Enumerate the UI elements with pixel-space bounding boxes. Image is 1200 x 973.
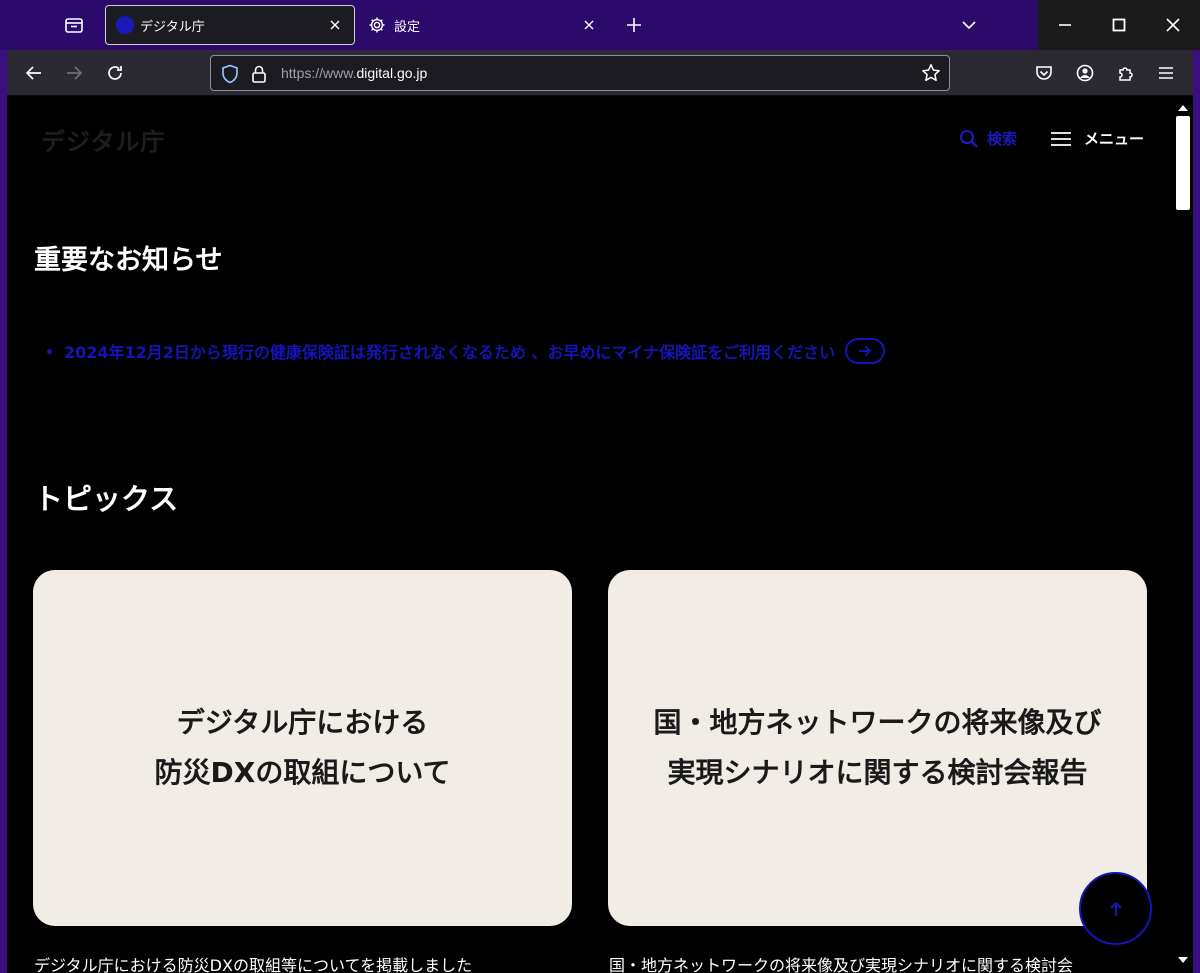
card-title-line: 国・地方ネットワークの将来像及び [653,706,1102,739]
card-title-line: 実現シナリオに関する検討会報告 [667,756,1088,789]
window-controls [1038,0,1200,50]
caret-up-icon[interactable] [1177,98,1189,117]
bullet [47,348,52,354]
arrow-right-icon [845,338,886,364]
reload-icon[interactable] [100,58,130,88]
url-prefix: https://www. [281,65,357,81]
site-logo[interactable]: デジタル庁 [41,122,166,157]
card-caption[interactable]: 国・地方ネットワークの将来像及び実現シナリオに関する検討会 [609,952,1073,973]
nav-bar: https://www.digital.go.jp [7,50,1193,96]
arrow-up-icon [1108,900,1124,918]
chevron-down-icon[interactable] [955,10,983,40]
back-to-top-button[interactable] [1079,872,1152,945]
search-icon [959,129,987,149]
pocket-icon[interactable] [1029,58,1059,88]
shield-icon[interactable] [221,64,239,88]
tab-bar: デジタル庁 設定 [0,0,1200,50]
minimize-icon[interactable] [1038,0,1092,50]
menu-button[interactable]: メニュー [1050,128,1144,149]
maximize-icon[interactable] [1092,0,1146,50]
scrollbar-thumb[interactable] [1176,116,1190,210]
notice-text: 2024年12月2日から現行の健康保険証は発行されなくなるため 、お早めにマイナ… [64,343,836,362]
arrow-left-icon[interactable] [19,58,49,88]
card-title-line: 防災DXの取組について [154,756,451,789]
close-window-icon[interactable] [1146,0,1200,50]
tab-title: 設定 [394,19,421,35]
search-label: 検索 [987,130,1018,148]
tab-digital-agency[interactable]: デジタル庁 [105,5,355,45]
topic-card[interactable]: 国・地方ネットワークの将来像及び 実現シナリオに関する検討会報告 [608,570,1147,926]
account-icon[interactable] [1070,58,1100,88]
search-button[interactable]: 検索 [959,128,1017,149]
close-icon[interactable] [580,16,598,34]
star-icon[interactable] [921,63,941,87]
topic-card[interactable]: デジタル庁における 防災DXの取組について [33,570,572,926]
caret-down-icon[interactable] [1177,950,1189,969]
notice-link[interactable]: 2024年12月2日から現行の健康保険証は発行されなくなるため 、お早めにマイナ… [47,338,886,364]
topics-heading: トピックス [34,482,179,516]
lock-icon[interactable] [251,64,267,88]
hamburger-icon [1050,131,1084,147]
card-title-line: デジタル庁における [176,706,429,739]
close-icon[interactable] [326,16,344,34]
plus-icon[interactable] [620,10,648,40]
browser-window: デジタル庁 設定 https://www.digital.go.jp デジタル庁… [0,0,1200,973]
scrollbar[interactable] [1173,96,1193,973]
url-text[interactable]: https://www.digital.go.jp [281,65,427,81]
important-notices-heading: 重要なお知らせ [34,245,223,276]
menu-label: メニュー [1084,130,1145,148]
arrow-right-icon[interactable] [59,58,89,88]
tab-settings[interactable]: 設定 [358,5,608,45]
favicon-icon [116,16,134,34]
gear-icon [368,16,386,34]
tab-title: デジタル庁 [140,19,205,35]
url-bar[interactable]: https://www.digital.go.jp [210,55,950,91]
puzzle-icon[interactable] [1111,58,1141,88]
card-caption[interactable]: デジタル庁における防災DXの取組等についてを掲載しました [34,952,472,973]
url-domain: digital.go.jp [356,65,428,81]
hamburger-icon[interactable] [1151,58,1181,88]
page-viewport: デジタル庁 検索 メニュー 重要なお知らせ 2024年12月2日から現行の健康保… [7,96,1193,973]
tab-list-icon[interactable] [56,8,92,42]
